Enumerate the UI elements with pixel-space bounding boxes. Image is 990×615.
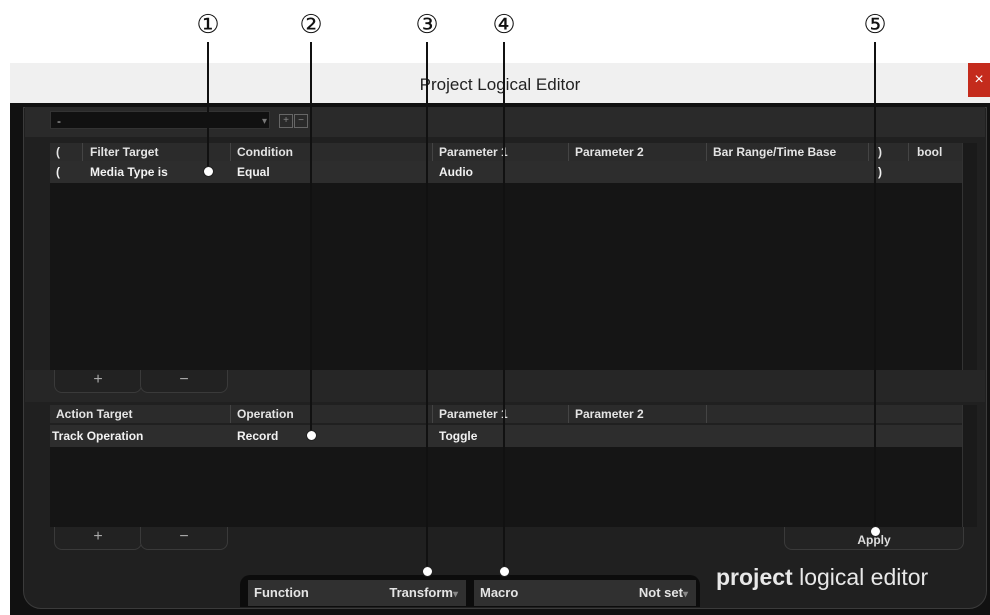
- col-action-target: Action Target: [56, 407, 133, 421]
- callout-5: ⑤: [863, 10, 887, 40]
- filter-row-param1[interactable]: Audio: [439, 165, 473, 179]
- col-bar-range: Bar Range/Time Base: [713, 145, 837, 159]
- action-row-param1[interactable]: Toggle: [439, 429, 477, 443]
- filter-row-close-paren[interactable]: ): [878, 165, 882, 179]
- action-row-target[interactable]: Track Operation: [52, 429, 143, 443]
- function-selector[interactable]: Function Transform▾: [248, 580, 466, 606]
- filter-scrollbar[interactable]: [962, 143, 977, 370]
- callout-2: ②: [299, 10, 323, 40]
- col-parameter-1: Parameter 1: [439, 145, 508, 159]
- chevron-down-icon: ▾: [682, 589, 688, 600]
- callout-dot-2: [306, 430, 317, 441]
- title-bar: Project Logical Editor ×: [10, 63, 990, 103]
- callout-dot-3: [422, 566, 433, 577]
- col-action-parameter-2: Parameter 2: [575, 407, 644, 421]
- col-open-paren: (: [56, 145, 60, 159]
- callout-dot-1: [203, 166, 214, 177]
- callout-3: ③: [415, 10, 439, 40]
- col-parameter-2: Parameter 2: [575, 145, 644, 159]
- window-title: Project Logical Editor: [419, 75, 581, 94]
- add-preset-icon[interactable]: +: [279, 114, 293, 128]
- macro-selector[interactable]: Macro Not set▾: [474, 580, 696, 606]
- col-condition: Condition: [237, 145, 293, 159]
- function-label: Function: [254, 585, 309, 600]
- filter-table-header: ( Filter Target Condition Parameter 1 Pa…: [50, 143, 962, 161]
- leader-line-1: [207, 42, 209, 170]
- leader-line-3: [426, 42, 428, 567]
- callout-1: ①: [196, 10, 220, 40]
- remove-filter-button[interactable]: −: [140, 370, 228, 393]
- leader-line-4: [503, 42, 505, 567]
- chevron-down-icon[interactable]: ▾: [262, 116, 267, 127]
- callout-dot-4: [499, 566, 510, 577]
- macro-value[interactable]: Not set▾: [639, 580, 688, 608]
- filter-row-condition[interactable]: Equal: [237, 165, 270, 179]
- close-button[interactable]: ×: [968, 63, 990, 97]
- action-scrollbar[interactable]: [962, 405, 977, 527]
- add-filter-button[interactable]: +: [54, 370, 142, 393]
- col-operation: Operation: [237, 407, 294, 421]
- remove-preset-icon[interactable]: −: [294, 114, 308, 128]
- macro-label: Macro: [480, 585, 519, 600]
- action-table-body: [50, 447, 962, 527]
- action-row[interactable]: Track Operation Record Toggle: [50, 425, 962, 447]
- filter-row-open-paren[interactable]: (: [56, 165, 60, 179]
- leader-line-2: [310, 42, 312, 432]
- callout-dot-5: [870, 526, 881, 537]
- brand-logo: project logical editor: [716, 564, 929, 590]
- preset-selector[interactable]: -: [50, 111, 270, 129]
- callout-4: ④: [492, 10, 516, 40]
- action-table-header: Action Target Operation Parameter 1 Para…: [50, 405, 962, 423]
- col-action-parameter-1: Parameter 1: [439, 407, 508, 421]
- action-row-operation[interactable]: Record: [237, 429, 278, 443]
- chevron-down-icon: ▾: [452, 589, 458, 600]
- filter-row-target[interactable]: Media Type is: [90, 165, 168, 179]
- filter-row[interactable]: ( Media Type is Equal Audio ): [50, 161, 962, 183]
- col-close-paren: ): [878, 145, 882, 159]
- function-value[interactable]: Transform▾: [389, 580, 458, 608]
- filter-table-body: [50, 183, 962, 370]
- leader-line-5: [874, 42, 876, 527]
- add-action-button[interactable]: +: [54, 527, 142, 550]
- remove-action-button[interactable]: −: [140, 527, 228, 550]
- col-filter-target: Filter Target: [90, 145, 159, 159]
- col-bool: bool: [917, 145, 943, 159]
